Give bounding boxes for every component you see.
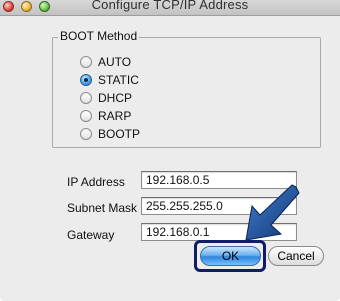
window-title: Configure TCP/IP Address xyxy=(91,0,249,12)
configure-tcpip-dialog: Configure TCP/IP Address BOOT Method AUT… xyxy=(0,0,340,301)
cancel-button[interactable]: Cancel xyxy=(268,246,324,266)
radio-label-rarp: RARP xyxy=(98,109,132,123)
radio-option-rarp[interactable]: RARP xyxy=(80,109,131,123)
radio-button-bootp[interactable] xyxy=(80,128,92,140)
radio-button-static[interactable] xyxy=(80,74,92,86)
radio-option-static[interactable]: STATIC xyxy=(80,73,139,87)
ip-address-label: IP Address xyxy=(67,175,125,189)
radio-button-rarp[interactable] xyxy=(80,110,92,122)
radio-label-bootp: BOOTP xyxy=(98,127,141,141)
pointer-arrow-icon xyxy=(245,184,300,241)
subnet-mask-label: Subnet Mask xyxy=(67,201,138,215)
radio-option-bootp[interactable]: BOOTP xyxy=(80,127,140,141)
boot-method-legend: BOOT Method xyxy=(58,29,140,43)
radio-option-dhcp[interactable]: DHCP xyxy=(80,91,132,105)
radio-label-static: STATIC xyxy=(98,73,139,87)
title-bar[interactable]: Configure TCP/IP Address xyxy=(0,0,340,16)
radio-option-auto[interactable]: AUTO xyxy=(80,55,131,69)
radio-label-auto: AUTO xyxy=(98,55,132,69)
radio-label-dhcp: DHCP xyxy=(98,91,133,105)
radio-button-dhcp[interactable] xyxy=(80,92,92,104)
gateway-label: Gateway xyxy=(67,228,115,242)
radio-button-auto[interactable] xyxy=(80,56,92,68)
ok-button[interactable]: OK xyxy=(200,246,261,266)
